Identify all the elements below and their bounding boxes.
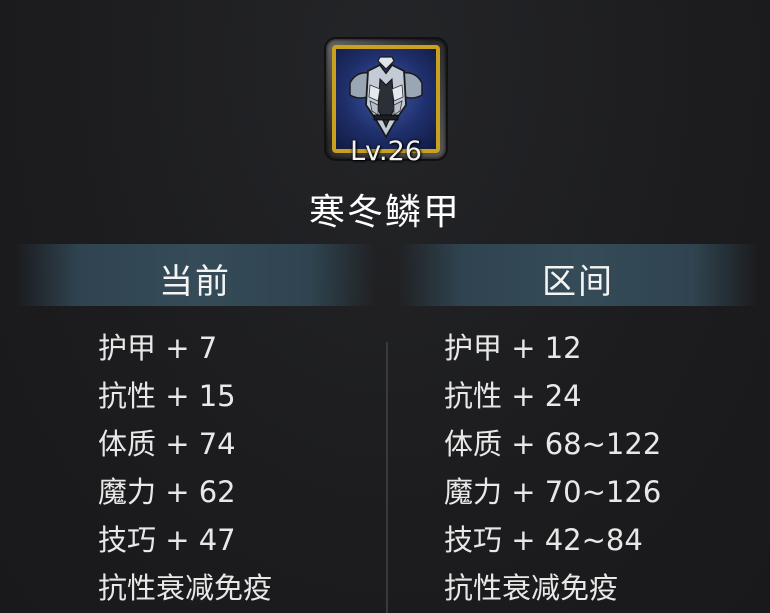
range-stat-magic: 魔力 + 70~126 [444,475,662,509]
range-stats-list: 护甲 + 12 抗性 + 24 体质 + 68~122 魔力 + 70~126 … [444,324,661,612]
range-stat-armor: 护甲 + 12 [444,331,582,365]
current-stats-list: 护甲 + 7 抗性 + 15 体质 + 74 魔力 + 62 技巧 + 47 抗… [98,324,272,612]
current-stat-immunity: 抗性衰减免疫 [98,571,273,605]
current-header-label: 当前 [159,262,231,302]
range-stat-immunity: 抗性衰减免疫 [444,571,619,605]
current-stat-skill: 技巧 + 47 [98,523,236,557]
current-stat-constitution: 体质 + 74 [98,427,236,461]
range-header-band: 区间 [398,244,758,306]
range-stat-resistance: 抗性 + 24 [444,379,582,413]
current-stat-armor: 护甲 + 7 [98,331,218,365]
current-header-band: 当前 [15,244,375,306]
item-level-label: Lv.26 [350,136,422,167]
column-divider [386,342,388,613]
item-tooltip-panel: Lv.26 寒冬鳞甲 当前 区间 护甲 + 7 抗性 + 15 体质 + 74 … [0,0,770,613]
range-stat-skill: 技巧 + 42~84 [444,523,643,557]
range-header-label: 区间 [542,262,614,302]
current-stat-magic: 魔力 + 62 [98,475,236,509]
current-stat-resistance: 抗性 + 15 [98,379,236,413]
item-name: 寒冬鳞甲 [308,192,461,233]
range-stat-constitution: 体质 + 68~122 [444,427,662,461]
